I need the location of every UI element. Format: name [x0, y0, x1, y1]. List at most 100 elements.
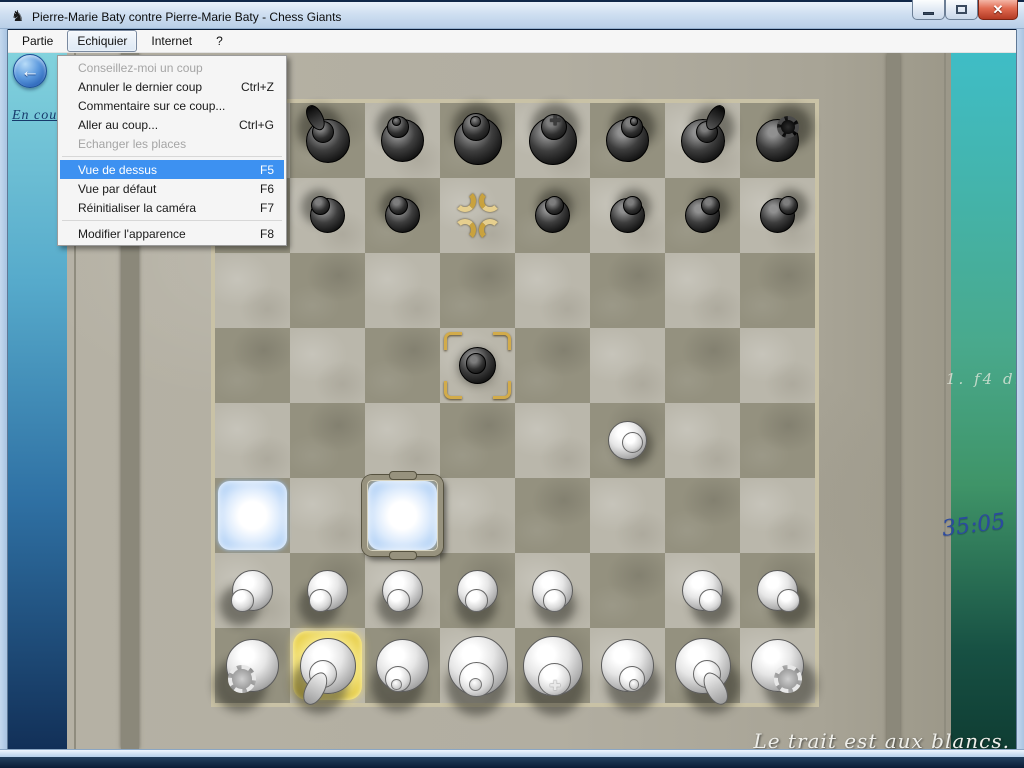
highlight-move-glow-a3[interactable] [218, 481, 287, 550]
menubar-item-internet[interactable]: Internet [141, 30, 202, 52]
white-rook-a1[interactable] [226, 639, 279, 692]
square-e5[interactable] [515, 328, 590, 403]
menu-item-r-initialiser-la-cam-ra[interactable]: Réinitialiser la caméraF7 [60, 198, 284, 217]
rank-label-left-4 [180, 431, 200, 451]
white-pawn-h2[interactable] [757, 570, 798, 611]
black-king-e8[interactable]: ✚ [529, 117, 577, 165]
square-e3[interactable] [515, 478, 590, 553]
white-queen-d1[interactable] [448, 636, 508, 696]
black-bishop-f8[interactable] [606, 119, 649, 162]
white-knight-b1[interactable] [300, 638, 356, 694]
square-a6[interactable] [215, 253, 290, 328]
piece-phead [466, 353, 486, 373]
square-b4[interactable] [290, 403, 365, 478]
square-h4[interactable] [740, 403, 815, 478]
menu-item-annuler-le-dernier-coup[interactable]: Annuler le dernier coupCtrl+Z [60, 77, 284, 96]
square-f6[interactable] [590, 253, 665, 328]
square-g4[interactable] [665, 403, 740, 478]
close-button[interactable]: ✕ [978, 0, 1018, 20]
menubar-item-?[interactable]: ? [206, 30, 233, 52]
square-c5[interactable] [365, 328, 440, 403]
square-g6[interactable] [665, 253, 740, 328]
square-c6[interactable] [365, 253, 440, 328]
square-d7[interactable] [440, 178, 515, 253]
white-pawn-e2[interactable] [532, 570, 573, 611]
white-pawn-f4[interactable] [608, 421, 647, 460]
black-pawn-d5[interactable] [459, 347, 496, 384]
piece-orb [470, 116, 481, 127]
square-b6[interactable] [290, 253, 365, 328]
black-pawn-b7[interactable] [310, 198, 345, 233]
black-pawn-f7[interactable] [610, 198, 645, 233]
square-f2[interactable] [590, 553, 665, 628]
white-bishop-f1[interactable] [601, 639, 654, 692]
file-label-top-e [543, 56, 563, 76]
white-pawn-a2[interactable] [232, 570, 273, 611]
square-h6[interactable] [740, 253, 815, 328]
square-a4[interactable] [215, 403, 290, 478]
piece-phead [309, 589, 332, 612]
menu-item-shortcut: F8 [244, 227, 274, 241]
black-pawn-e7[interactable] [535, 198, 570, 233]
menu-item-vue-de-dessus[interactable]: Vue de dessusF5 [60, 160, 284, 179]
menu-bar[interactable]: PartieEchiquierInternet? [8, 30, 1016, 53]
menu-item-modifier-l-apparence[interactable]: Modifier l'apparenceF8 [60, 224, 284, 243]
black-pawn-h7[interactable] [760, 198, 795, 233]
white-bishop-c1[interactable] [376, 639, 429, 692]
square-d6[interactable] [440, 253, 515, 328]
square-g3[interactable] [665, 478, 740, 553]
square-d3[interactable] [440, 478, 515, 553]
minimize-button[interactable] [912, 0, 945, 20]
window-frame-bottom [0, 749, 1024, 757]
black-bishop-c8[interactable] [381, 119, 424, 162]
black-pawn-g7[interactable] [685, 198, 720, 233]
piece-orb [630, 117, 639, 126]
white-pawn-b2[interactable] [307, 570, 348, 611]
maximize-icon [956, 5, 967, 14]
rank-label-left-2 [180, 581, 200, 601]
black-knight-b8[interactable] [306, 119, 350, 163]
file-label-top-f [618, 56, 638, 76]
menubar-item-partie[interactable]: Partie [12, 30, 63, 52]
menu-item-shortcut: Ctrl+G [223, 118, 274, 132]
white-knight-g1[interactable] [675, 638, 731, 694]
menu-item-vue-par-d-faut[interactable]: Vue par défautF6 [60, 179, 284, 198]
black-pawn-c7[interactable] [385, 198, 420, 233]
title-bar[interactable]: ♞ Pierre-Marie Baty contre Pierre-Marie … [0, 0, 1024, 29]
square-b3[interactable] [290, 478, 365, 553]
square-a5[interactable] [215, 328, 290, 403]
black-knight-g8[interactable] [681, 119, 725, 163]
black-rook-h8[interactable] [756, 119, 799, 162]
square-f3[interactable] [590, 478, 665, 553]
rank-label-left-5 [180, 356, 200, 376]
maximize-button[interactable] [945, 0, 978, 20]
move-list-text: 1. f4 d5 [946, 370, 1024, 388]
white-rook-h1[interactable] [751, 639, 804, 692]
square-e4[interactable] [515, 403, 590, 478]
back-button[interactable]: ← [13, 54, 47, 88]
square-e6[interactable] [515, 253, 590, 328]
board-squares[interactable] [215, 103, 815, 703]
menubar-item-echiquier[interactable]: Echiquier [67, 30, 137, 52]
echiquier-dropdown-menu[interactable]: Conseillez-moi un coupAnnuler le dernier… [57, 55, 287, 246]
rank-label-right-3 [835, 506, 855, 526]
square-c4[interactable] [365, 403, 440, 478]
square-g5[interactable] [665, 328, 740, 403]
square-h3[interactable] [740, 478, 815, 553]
menu-item-aller-au-coup[interactable]: Aller au coup...Ctrl+G [60, 115, 284, 134]
black-queen-d8[interactable] [454, 117, 502, 165]
menu-item-label: Annuler le dernier coup [78, 80, 202, 94]
white-pawn-c2[interactable] [382, 570, 423, 611]
piece-phead [779, 196, 798, 215]
menu-item-conseillez-moi-un-coup[interactable]: Conseillez-moi un coup [60, 58, 284, 77]
menu-item-echanger-les-places[interactable]: Echanger les places [60, 134, 284, 153]
hover-frame-c3 [362, 475, 443, 556]
white-pawn-d2[interactable] [457, 570, 498, 611]
square-f5[interactable] [590, 328, 665, 403]
square-d4[interactable] [440, 403, 515, 478]
square-h5[interactable] [740, 328, 815, 403]
square-b5[interactable] [290, 328, 365, 403]
white-pawn-g2[interactable] [682, 570, 723, 611]
white-king-e1[interactable]: ✚ [523, 636, 583, 696]
menu-item-commentaire-sur-ce-coup[interactable]: Commentaire sur ce coup... [60, 96, 284, 115]
